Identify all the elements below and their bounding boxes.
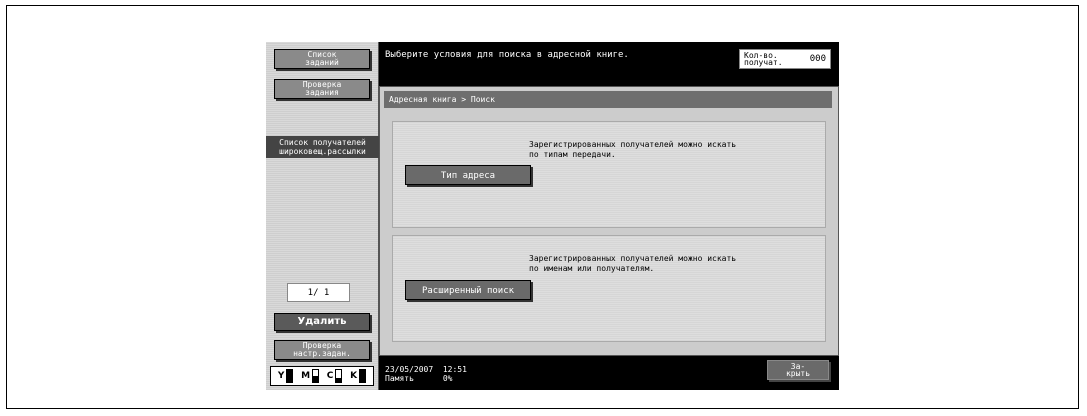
address-type-section: Зарегистрированных получателей можно иск…	[392, 121, 826, 228]
counter-value: 000	[809, 54, 826, 64]
toner-y: Y	[278, 369, 294, 383]
memory-label: Память	[385, 374, 414, 383]
search-panel: Адресная книга > Поиск Зарегистрированны…	[379, 86, 839, 356]
page-indicator: 1/ 1	[287, 283, 350, 302]
recipient-counter: Кол-во. получат. 000	[739, 49, 831, 69]
advanced-search-description: Зарегистрированных получателей можно иск…	[529, 254, 737, 273]
toner-level-bar	[335, 369, 343, 383]
prompt-text: Выберите условия для поиска в адресной к…	[385, 50, 629, 60]
toner-m: M	[301, 369, 320, 383]
breadcrumb: Адресная книга > Поиск	[384, 91, 832, 108]
job-check-button[interactable]: Проверка задания	[274, 79, 370, 99]
toner-c: C	[327, 369, 343, 383]
address-type-button[interactable]: Тип адреса	[405, 165, 531, 185]
status-bar: 23/05/2007 12:51 Память 0% За- крыть	[379, 356, 839, 390]
toner-indicator: Y M C K	[270, 366, 374, 386]
broadcast-list-label: Список получателей широковещ.рассылки	[266, 136, 379, 158]
date-text: 23/05/2007	[385, 365, 434, 374]
toner-level-bar	[312, 369, 320, 383]
job-list-button[interactable]: Список заданий	[274, 49, 370, 69]
advanced-search-button[interactable]: Расширенный поиск	[405, 280, 531, 300]
time-text: 12:51	[442, 365, 467, 374]
toner-k: K	[350, 369, 367, 383]
counter-label: Кол-во. получат.	[744, 51, 783, 67]
close-button[interactable]: За- крыть	[767, 360, 829, 380]
message-bar: Выберите условия для поиска в адресной к…	[379, 42, 839, 86]
datetime-status: 23/05/2007 12:51 Память 0%	[385, 365, 467, 383]
memory-value: 0%	[442, 374, 453, 383]
delete-button[interactable]: Удалить	[274, 313, 370, 331]
toner-level-bar	[359, 369, 367, 383]
control-panel-screen: Список заданий Проверка задания Список п…	[266, 42, 839, 390]
left-panel: Список заданий Проверка задания Список п…	[266, 42, 379, 390]
toner-level-bar	[286, 369, 294, 383]
check-settings-button[interactable]: Проверка настр.задан.	[274, 340, 370, 360]
advanced-search-section: Зарегистрированных получателей можно иск…	[392, 235, 826, 342]
address-type-description: Зарегистрированных получателей можно иск…	[529, 140, 737, 159]
